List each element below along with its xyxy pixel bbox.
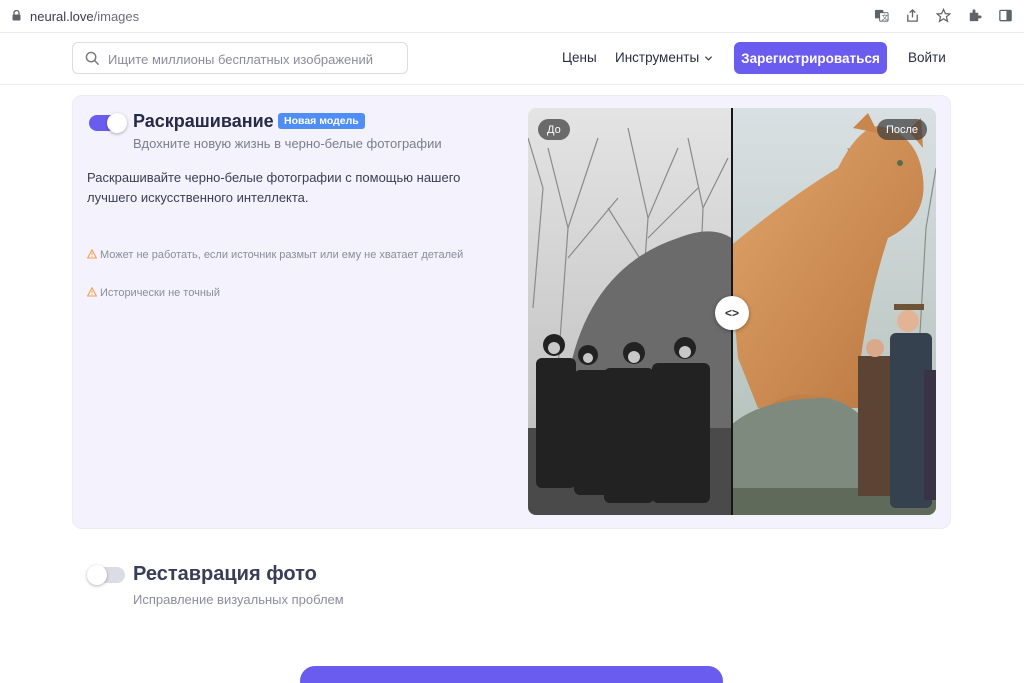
warning-blur: Может не работать, если источник размыт … [86,247,467,264]
login-link[interactable]: Войти [908,50,946,65]
lock-icon [12,10,21,21]
chevron-down-icon [705,56,713,61]
warning-icon [86,248,98,259]
search-icon [85,51,100,66]
submit-button[interactable] [300,666,723,683]
warning-text: Может не работать, если источник размыт … [100,249,464,261]
register-button[interactable]: Зарегистрироваться [734,42,887,74]
restore-subtitle: Исправление визуальных проблем [133,592,344,607]
browser-chrome: neural.love/images 文 [0,0,1024,33]
toggle-knob [107,113,127,133]
url-domain: neural.love [30,9,94,24]
address-bar[interactable]: neural.love/images [30,9,139,24]
after-label: После [876,119,927,140]
nav-prices-link[interactable]: Цены [562,50,597,65]
url-path: /images [93,9,140,24]
nav-tools-dropdown[interactable]: Инструменты [615,50,713,65]
bookmark-star-icon[interactable] [935,7,952,24]
colorize-title: Раскрашивание [133,111,274,131]
search-input[interactable] [108,49,398,69]
svg-text:文: 文 [882,13,889,22]
restore-title: Реставрация фото [133,563,317,585]
translate-icon[interactable]: 文 [873,7,890,24]
site-header: Цены Инструменты Зарегистрироваться Войт… [0,33,1024,85]
new-model-badge: Новая модель [278,113,365,129]
slider-handle[interactable]: <> [715,296,749,330]
search-box[interactable] [72,42,408,74]
toggle-knob [87,565,107,585]
before-label: До [538,119,570,140]
colorize-description: Раскрашивайте черно-белые фотографии с п… [87,170,461,205]
warning-icon [86,286,98,297]
extensions-icon[interactable] [966,7,983,24]
nav-tools-label: Инструменты [615,50,700,65]
colorize-toggle[interactable] [89,113,127,133]
share-icon[interactable] [904,7,921,24]
side-panel-icon[interactable] [997,7,1014,24]
colorize-subtitle: Вдохните новую жизнь в черно-белые фотог… [133,136,442,151]
warning-historical: Исторически не точный [86,285,467,302]
before-after-comparison[interactable]: <> До После [528,108,936,515]
warning-text: Исторически не точный [100,287,220,299]
browser-actions: 文 [873,7,1014,24]
restore-toggle[interactable] [87,565,125,585]
